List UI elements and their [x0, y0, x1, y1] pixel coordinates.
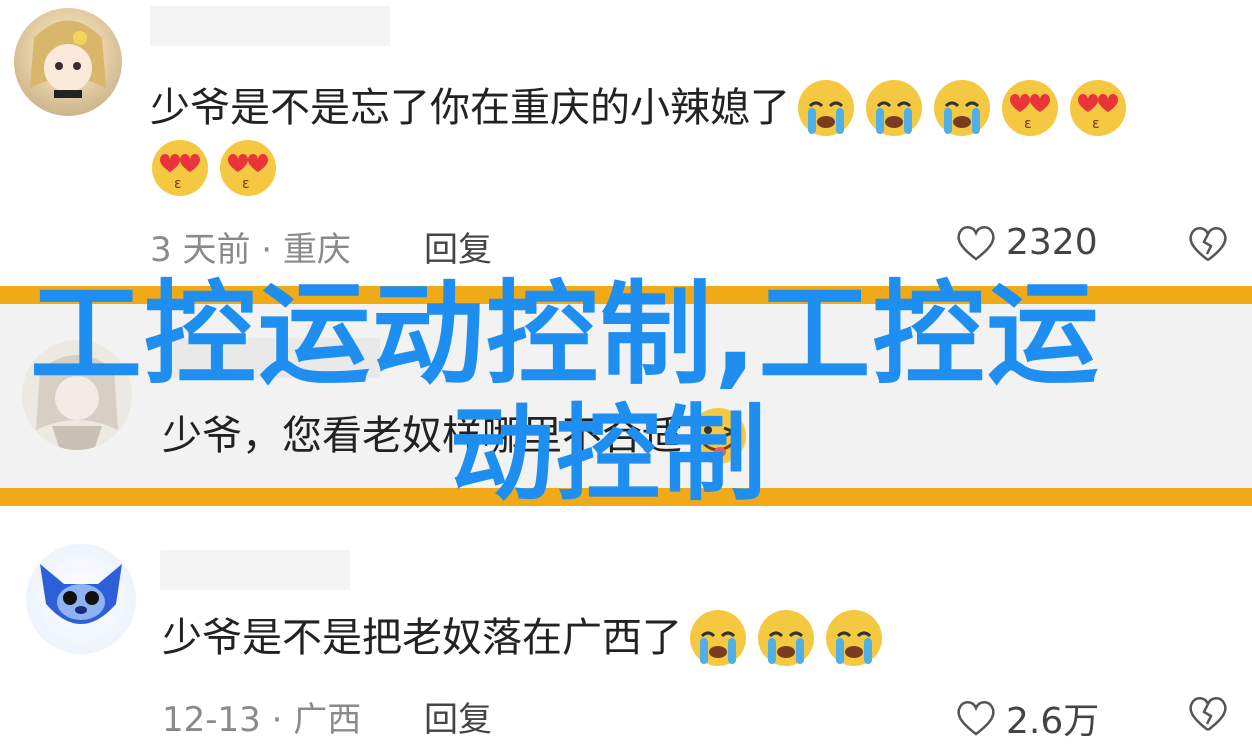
username-placeholder-3[interactable] [160, 550, 350, 590]
comment-body: 少爷是不是忘了你在重庆的小辣媳了 [150, 85, 790, 131]
like-button-1[interactable]: 2320 [954, 222, 1098, 263]
reply-button-1[interactable]: 回复 [424, 222, 492, 271]
broken-heart-icon[interactable] [1186, 692, 1230, 736]
svg-text:ε: ε [174, 176, 182, 192]
heart-outline-icon [957, 225, 995, 261]
crying-emoji [934, 80, 990, 136]
comment-emoji-row-1: ε ε [150, 138, 278, 198]
heart-outline-icon [957, 701, 995, 736]
heart-eyes-emoji: ε [152, 140, 208, 196]
overlay-title-line-2: 动控制 [450, 393, 769, 515]
svg-text:ε: ε [242, 176, 250, 192]
broken-heart-icon[interactable] [1186, 222, 1230, 266]
crying-emoji [798, 80, 854, 136]
heart-eyes-emoji: ε [220, 140, 276, 196]
heart-eyes-emoji: ε [1070, 80, 1126, 136]
comment-meta-1: 3 天前 · 重庆 [150, 230, 351, 270]
svg-text:ε: ε [1024, 116, 1032, 132]
comment-body: 少爷是不是把老奴落在广西了 [162, 615, 682, 661]
crying-emoji [690, 610, 746, 666]
comment-text-1: 少爷是不是忘了你在重庆的小辣媳了 ε ε [150, 78, 1128, 138]
comment-meta-3: 12-13 · 广西 [162, 700, 362, 740]
heart-eyes-emoji: ε [1002, 80, 1058, 136]
avatar-user-1[interactable] [14, 8, 122, 116]
crying-emoji [866, 80, 922, 136]
svg-text:ε: ε [1092, 116, 1100, 132]
reply-button-3[interactable]: 回复 [424, 692, 492, 741]
crying-emoji [826, 610, 882, 666]
avatar-user-3[interactable] [26, 544, 136, 654]
overlay-title-line-1: 工控运动控制,工控运 [30, 270, 1101, 400]
like-count: 2320 [1006, 222, 1098, 263]
comment-text-3: 少爷是不是把老奴落在广西了 [162, 608, 884, 668]
like-count: 2.6万 [1006, 701, 1100, 742]
like-button-3[interactable]: 2.6万 [954, 692, 1099, 744]
crying-emoji [758, 610, 814, 666]
username-placeholder-1[interactable] [150, 6, 390, 46]
